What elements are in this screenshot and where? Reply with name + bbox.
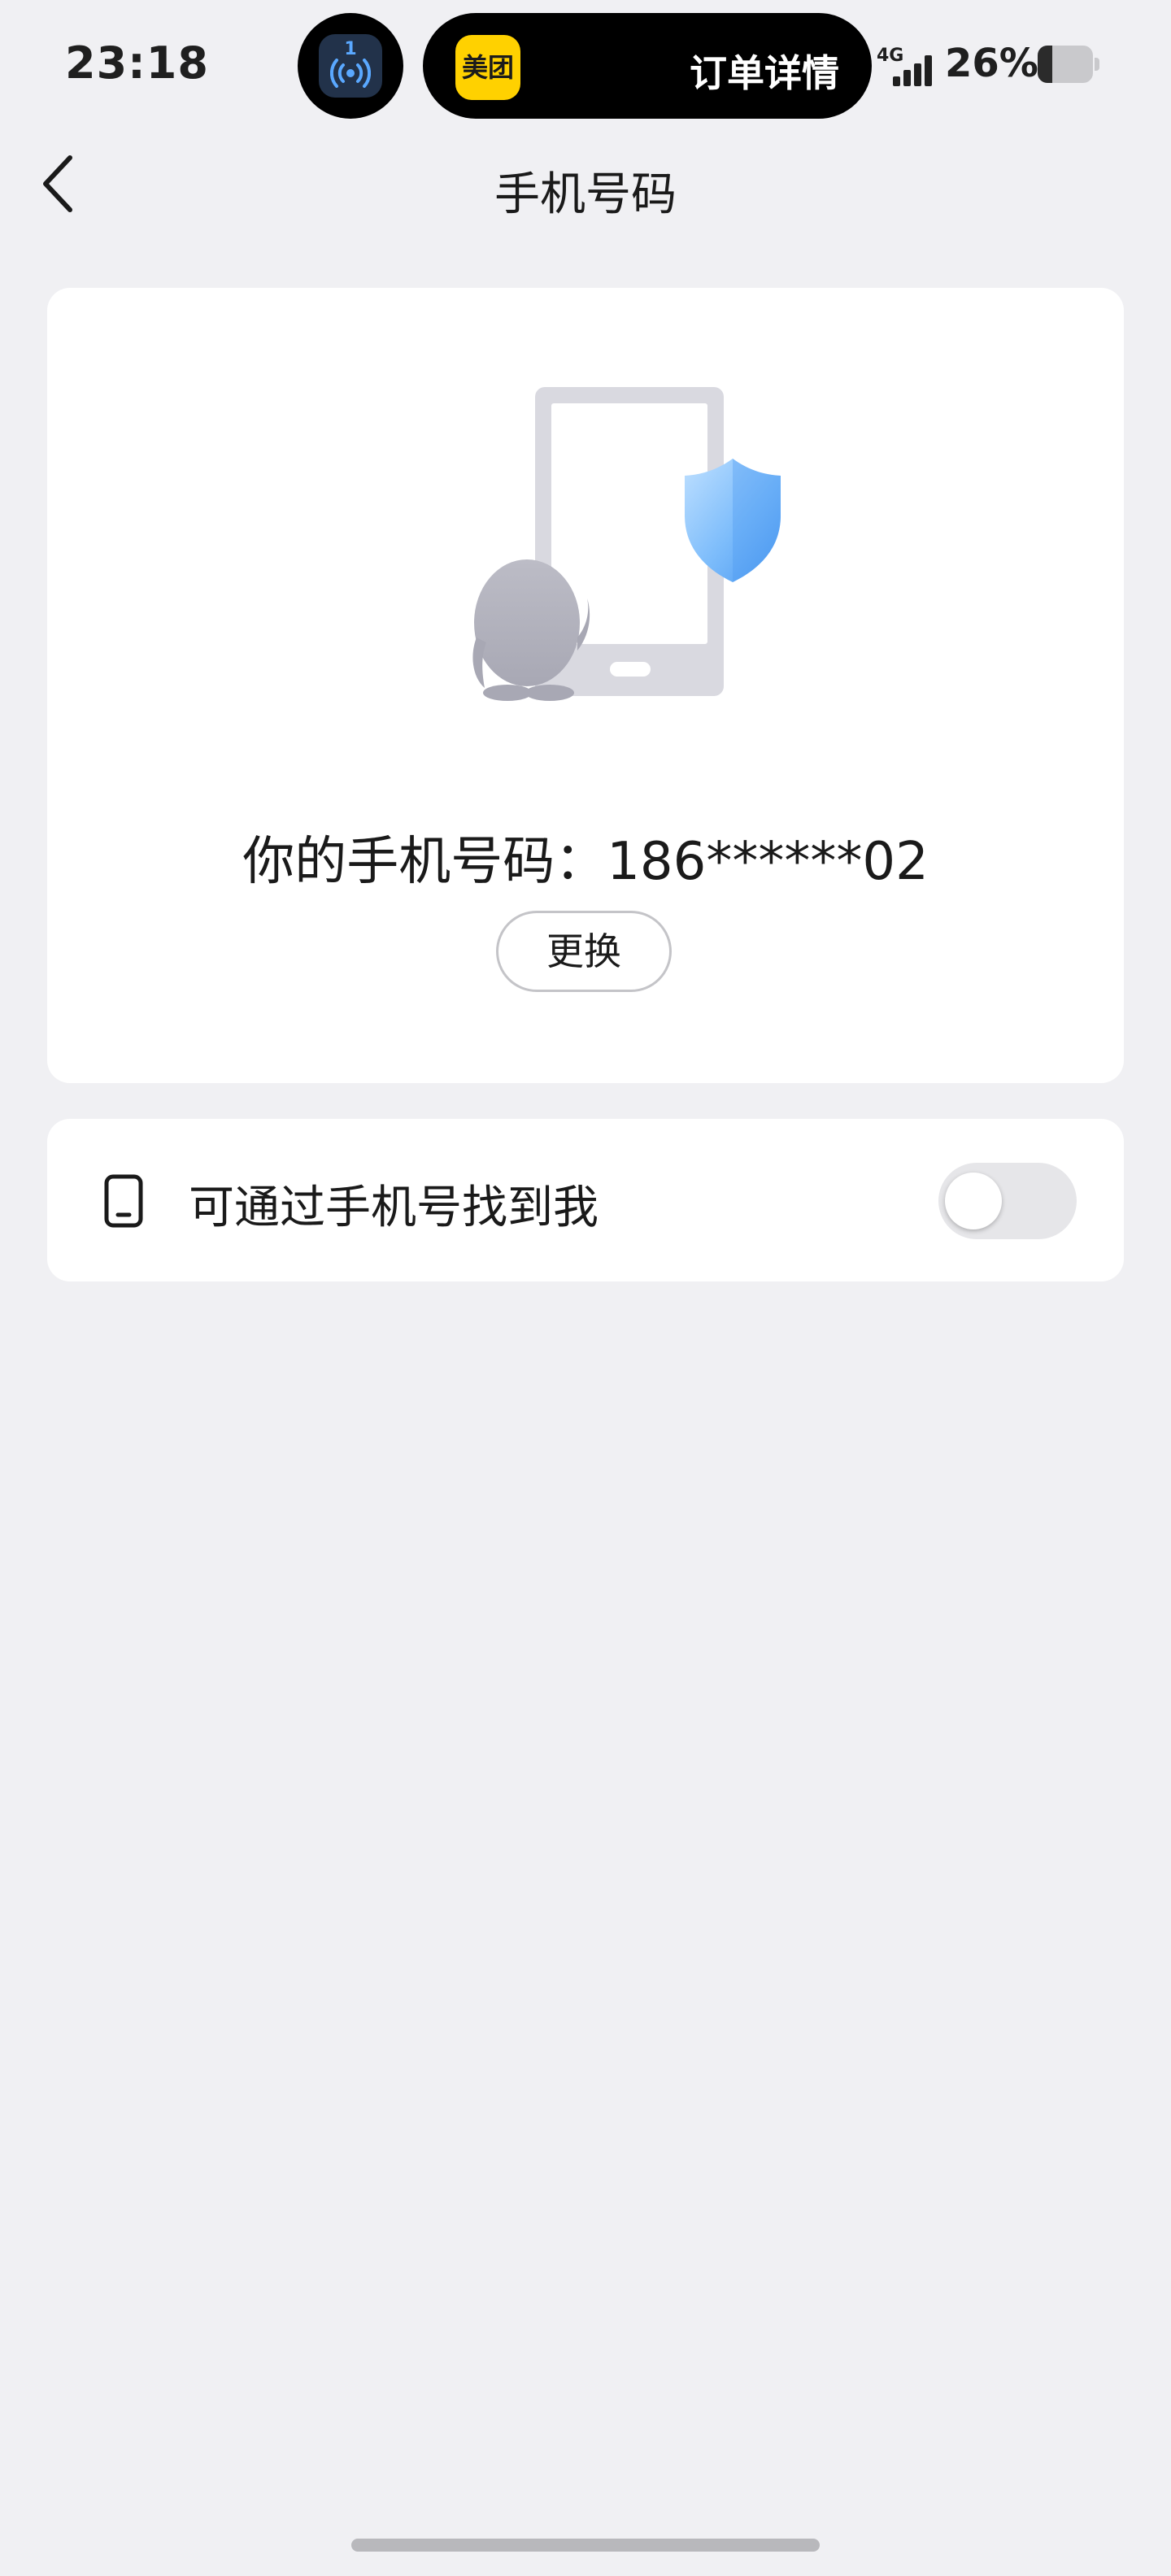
home-indicator[interactable] — [351, 2539, 820, 2552]
broadcast-app-icon: 1 — [319, 34, 382, 98]
status-time: 23:18 — [65, 37, 209, 89]
live-activity-badge: 1 — [344, 39, 357, 59]
phone-penguin-shield-illustration — [472, 387, 781, 701]
phone-icon — [104, 1174, 143, 1228]
phone-number-card: 你的手机号码：186******02 更换 — [47, 288, 1124, 1083]
meituan-logo-icon: 美团 — [455, 35, 520, 100]
toggle-knob — [945, 1173, 1002, 1229]
phone-number-value: 186******02 — [607, 832, 929, 892]
live-activity-pill[interactable]: 1 — [298, 13, 403, 119]
find-by-phone-label: 可通过手机号找到我 — [189, 1181, 599, 1234]
signal-icon — [891, 54, 934, 86]
phone-number-text: 你的手机号码：186******02 — [47, 820, 1124, 894]
change-phone-button[interactable]: 更换 — [496, 911, 672, 992]
battery-level — [1038, 46, 1052, 83]
broadcast-icon — [330, 59, 371, 88]
battery-icon — [1038, 46, 1099, 83]
find-by-phone-setting: 可通过手机号找到我 — [47, 1119, 1124, 1281]
meituan-live-activity[interactable]: 美团 订单详情 — [423, 13, 872, 119]
phone-number-label: 你的手机号码： — [242, 832, 607, 892]
live-activity-title: 订单详情 — [690, 51, 839, 95]
battery-percent: 26% — [945, 41, 1038, 86]
page-title: 手机号码 — [494, 168, 677, 221]
find-by-phone-toggle[interactable] — [938, 1163, 1077, 1239]
status-bar: 23:18 1 美团 订单详情 4G 26% — [0, 0, 1171, 134]
